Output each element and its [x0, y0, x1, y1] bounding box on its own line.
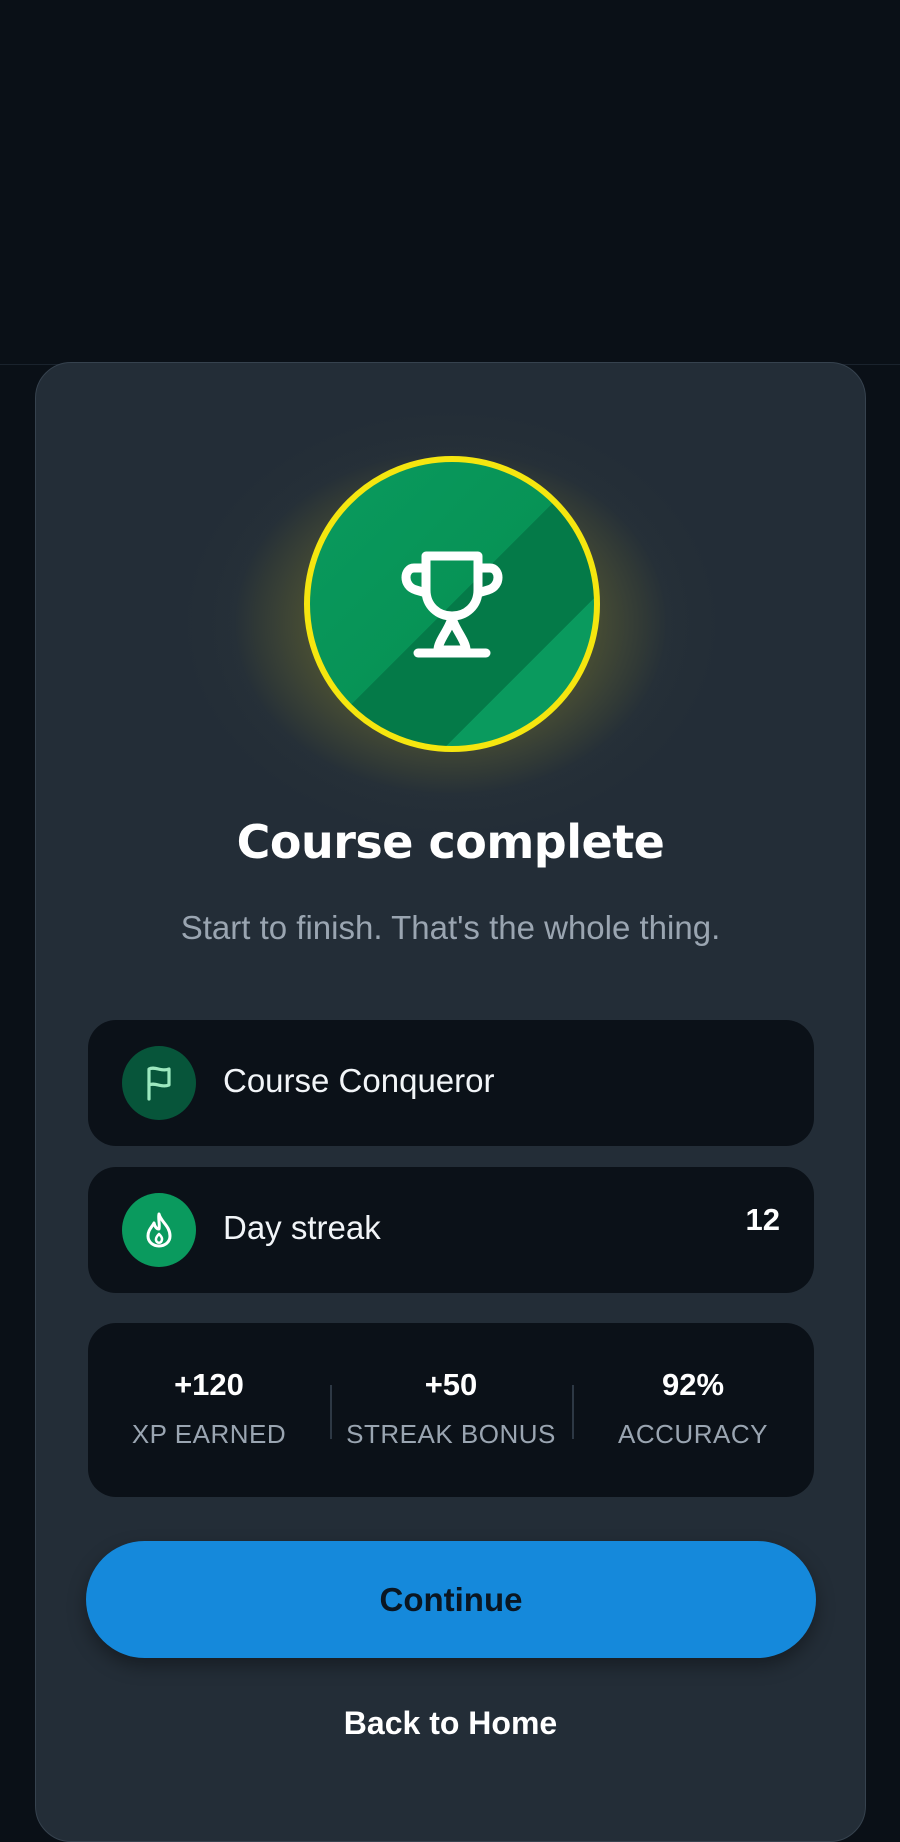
back-to-home-link[interactable]: Back to Home	[36, 1705, 865, 1742]
stat-xp-earned: +120 XP EARNED	[88, 1323, 330, 1497]
stat-label: XP EARNED	[131, 1419, 287, 1449]
achievement-label: Day streak	[223, 1209, 381, 1246]
page-subtitle: Start to finish. That's the whole thing.	[180, 909, 721, 946]
stat-value: +120	[174, 1367, 244, 1402]
achievement-row-day-streak: Day streak 12	[88, 1167, 814, 1293]
course-complete-sheet: Course complete Start to finish. That's …	[35, 362, 866, 1842]
continue-button[interactable]: Continue	[86, 1541, 816, 1658]
stat-value: 92%	[661, 1367, 725, 1402]
achievement-label: Course Conqueror	[223, 1062, 495, 1099]
flame-icon-badge	[122, 1193, 196, 1267]
trophy-icon	[401, 551, 503, 658]
streak-count: 12	[745, 1202, 780, 1237]
stat-label: ACCURACY	[618, 1419, 768, 1449]
achievement-row-course-conqueror: Course Conqueror	[88, 1020, 814, 1146]
page-title: Course complete	[236, 815, 665, 869]
stat-label: STREAK BONUS	[346, 1419, 556, 1449]
flag-icon	[147, 1066, 171, 1101]
stat-value: +50	[424, 1367, 478, 1402]
background-overlay	[0, 0, 900, 365]
completion-badge	[304, 456, 600, 752]
stat-streak-bonus: +50 STREAK BONUS	[330, 1323, 572, 1497]
stats-summary: +120 XP EARNED +50 STREAK BONUS 92% ACCU…	[88, 1323, 814, 1497]
flame-icon	[146, 1212, 172, 1248]
stat-accuracy: 92% ACCURACY	[572, 1323, 814, 1497]
flag-icon-badge	[122, 1046, 196, 1120]
